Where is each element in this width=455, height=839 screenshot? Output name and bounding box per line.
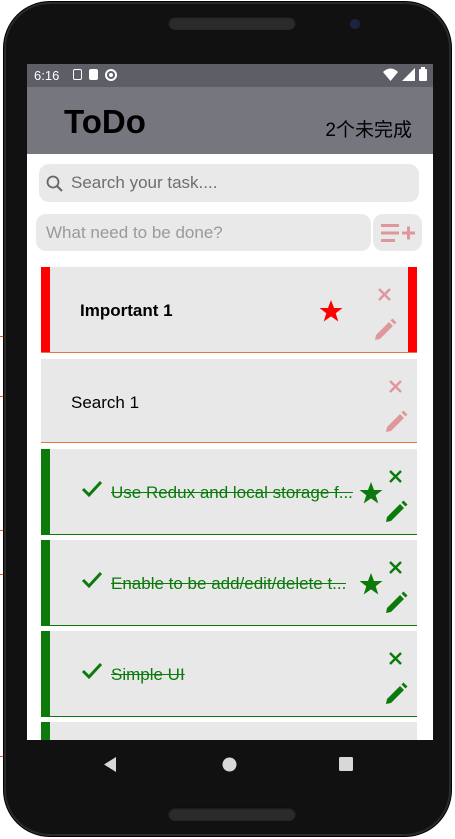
app-header: ToDo 2个未完成 — [27, 87, 433, 154]
item-divider — [41, 442, 417, 443]
sd-card-icon — [89, 69, 98, 80]
todo-item-search-1[interactable]: Search 1 — [41, 359, 417, 443]
home-icon[interactable] — [222, 757, 237, 772]
recents-icon[interactable] — [339, 757, 353, 771]
todo-item-completed[interactable]: Simple UI — [41, 631, 417, 717]
todo-text[interactable]: Important 1 — [80, 301, 173, 321]
check-icon[interactable] — [81, 480, 103, 498]
todo-text[interactable]: Enable to be add/edit/delete t... — [111, 574, 346, 594]
todo-item-partial[interactable] — [41, 722, 417, 740]
remaining-count: 2个未完成 — [325, 120, 412, 141]
todo-item-completed[interactable]: Enable to be add/edit/delete t... — [41, 540, 417, 626]
search-bar[interactable] — [39, 164, 419, 202]
android-nav-bar — [27, 740, 433, 788]
completed-bar — [41, 631, 50, 717]
new-task-field[interactable] — [36, 214, 371, 251]
signal-icon — [402, 67, 415, 81]
star-icon[interactable] — [359, 572, 383, 596]
check-icon[interactable] — [81, 571, 103, 589]
close-icon[interactable] — [389, 470, 402, 483]
pencil-icon[interactable] — [384, 591, 408, 615]
earpiece-speaker — [168, 16, 296, 30]
completed-bar — [41, 722, 50, 740]
item-divider — [41, 352, 417, 353]
close-icon[interactable] — [389, 380, 402, 393]
sync-icon — [105, 69, 117, 81]
status-time: 6:16 — [34, 68, 60, 83]
bottom-speaker — [168, 807, 296, 821]
completed-bar — [41, 449, 50, 535]
close-icon[interactable] — [378, 288, 391, 301]
item-divider — [41, 716, 417, 717]
search-input[interactable] — [71, 164, 411, 202]
notification-a-icon — [73, 69, 82, 80]
item-divider — [41, 534, 417, 535]
pencil-icon[interactable] — [384, 500, 408, 524]
add-task-button[interactable] — [373, 214, 422, 251]
battery-icon — [419, 67, 427, 81]
todo-item-important-1[interactable]: Important 1 — [41, 267, 417, 353]
completed-bar — [41, 540, 50, 626]
close-icon[interactable] — [389, 652, 402, 665]
check-icon[interactable] — [81, 662, 103, 680]
back-icon[interactable] — [102, 756, 118, 773]
new-task-input[interactable] — [46, 214, 366, 251]
pencil-icon[interactable] — [373, 318, 397, 342]
close-icon[interactable] — [389, 561, 402, 574]
search-icon — [46, 175, 63, 192]
todo-text[interactable]: Search 1 — [71, 393, 139, 413]
add-list-icon — [381, 224, 415, 242]
star-icon[interactable] — [319, 299, 343, 323]
page-title: ToDo — [64, 103, 146, 140]
pencil-icon[interactable] — [384, 410, 408, 434]
wifi-icon — [383, 68, 398, 81]
todo-text[interactable]: Simple UI — [111, 665, 185, 685]
importance-bar — [41, 267, 50, 353]
todo-text[interactable]: Use Redux and local storage f... — [111, 483, 353, 503]
item-divider — [41, 625, 417, 626]
todo-item-completed[interactable]: Use Redux and local storage f... — [41, 449, 417, 535]
front-camera — [350, 19, 360, 29]
star-icon[interactable] — [359, 481, 383, 505]
importance-bar-right — [408, 267, 417, 353]
app-screen: 6:16 ToDo 2个未完成 Search your task.... Wha… — [27, 64, 433, 740]
pencil-icon[interactable] — [384, 682, 408, 706]
status-bar: 6:16 — [27, 64, 433, 87]
